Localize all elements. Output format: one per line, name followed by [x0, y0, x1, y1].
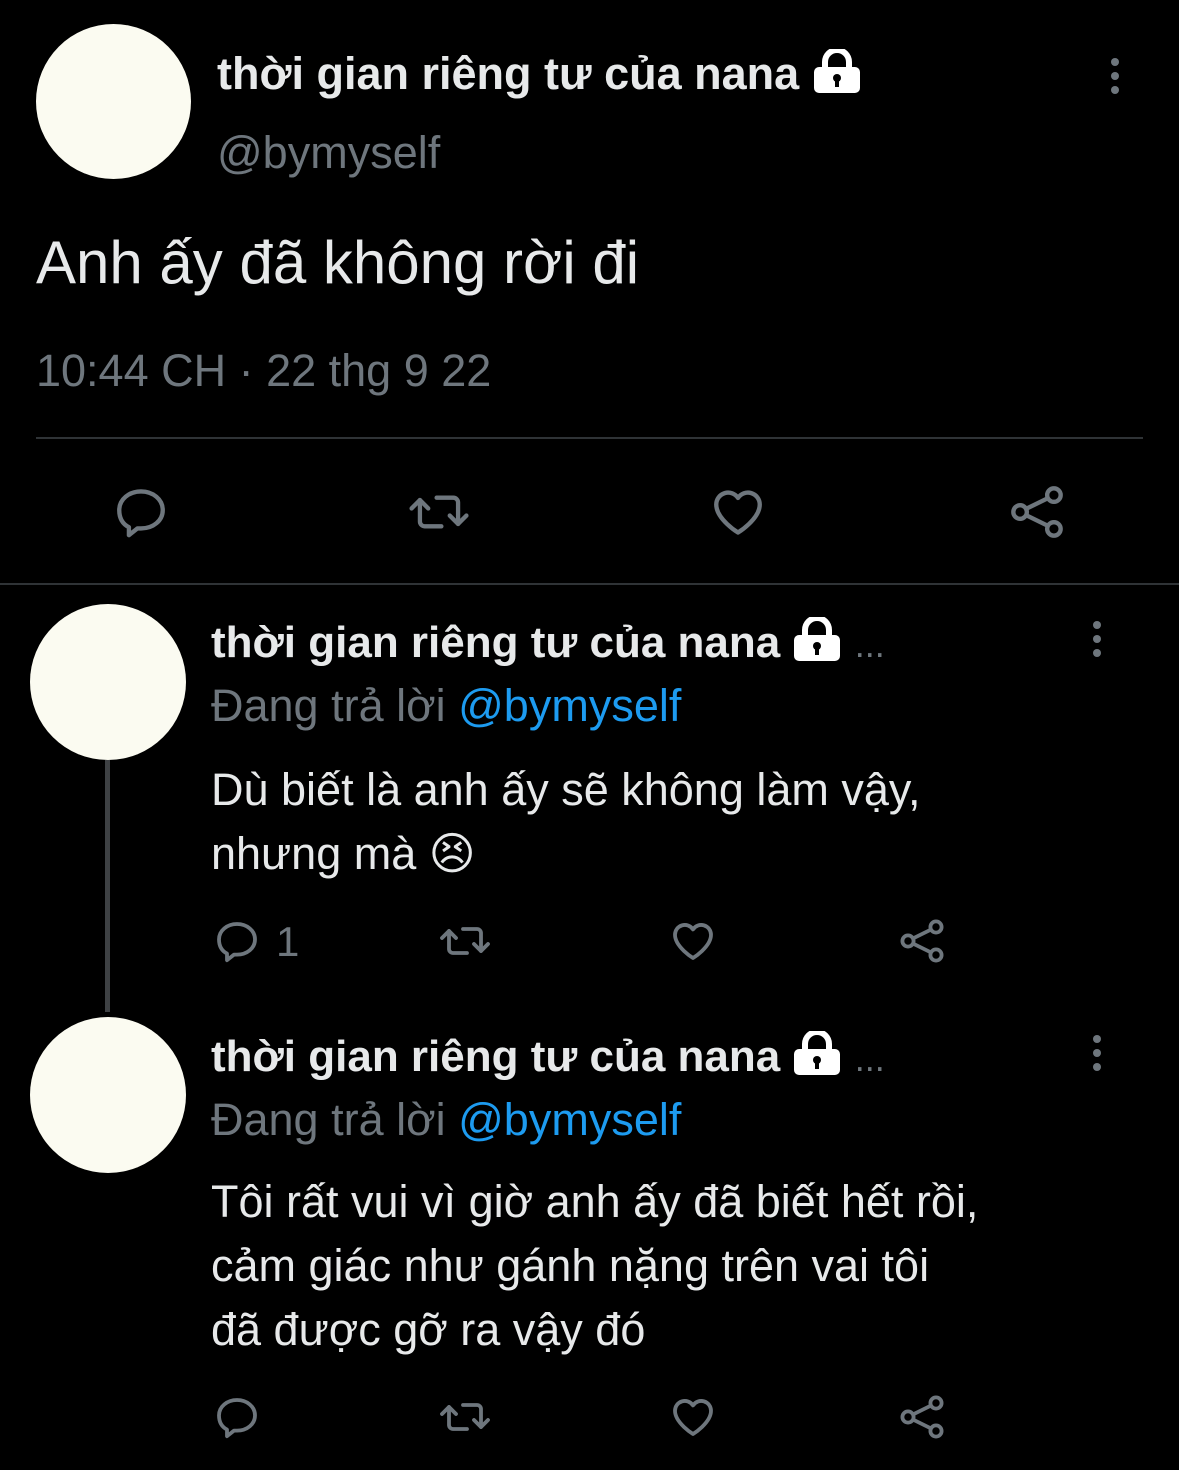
lock-icon — [792, 1029, 842, 1088]
avatar[interactable] — [30, 604, 186, 760]
reply-count: 1 — [276, 918, 300, 965]
tweet-line: cảm giác như gánh nặng trên vai tôi — [211, 1240, 930, 1291]
more-icon[interactable] — [1093, 1035, 1101, 1077]
tweet-line: đã được gỡ ra vậy đó — [211, 1304, 646, 1355]
lock-icon — [792, 615, 842, 674]
display-name-text: thời gian riêng tư của nana — [211, 618, 781, 668]
tweet-line: Tôi rất vui vì giờ anh ấy đã biết hết rồ… — [211, 1176, 979, 1227]
mention-link[interactable]: @bymyself — [458, 680, 681, 731]
divider — [36, 437, 1143, 439]
display-name-text: thời gian riêng tư của nana — [211, 1032, 781, 1082]
tweet-line: Dù biết là anh ấy sẽ không làm vậy, — [211, 764, 921, 815]
persevere-emoji: 😣 — [428, 828, 476, 879]
reply-icon[interactable] — [213, 1393, 261, 1441]
more-icon[interactable] — [1093, 621, 1101, 663]
like-icon[interactable] — [668, 1393, 718, 1441]
lock-icon — [812, 46, 862, 106]
replying-to: Đang trả lời @bymyself — [211, 680, 681, 732]
like-icon[interactable] — [668, 917, 718, 965]
tweet-line: nhưng mà 😣 — [211, 822, 921, 886]
share-icon[interactable] — [1008, 483, 1066, 541]
timestamp[interactable]: 10:44 CH · 22 thg 9 22 — [36, 345, 491, 397]
reply-icon[interactable] — [213, 917, 261, 965]
tweet-text: Anh ấy đã không rời đi — [36, 229, 640, 296]
replying-prefix: Đang trả lời — [211, 680, 446, 731]
share-icon[interactable] — [897, 1393, 947, 1441]
like-icon[interactable] — [708, 483, 768, 541]
display-name[interactable]: thời gian riêng tư của nana — [217, 46, 862, 106]
tweet-line-text: nhưng mà — [211, 828, 417, 879]
retweet-icon[interactable] — [408, 483, 470, 541]
display-name[interactable]: thời gian riêng tư của nana ... — [211, 1029, 885, 1088]
retweet-icon[interactable] — [439, 917, 491, 965]
replying-prefix: Đang trả lời — [211, 1094, 446, 1145]
avatar[interactable] — [36, 24, 191, 179]
display-name[interactable]: thời gian riêng tư của nana ... — [211, 615, 885, 674]
mention-link[interactable]: @bymyself — [458, 1094, 681, 1145]
tweet-text: Tôi rất vui vì giờ anh ấy đã biết hết rồ… — [211, 1170, 978, 1362]
display-name-text: thời gian riêng tư của nana — [217, 48, 800, 99]
reply-icon[interactable] — [112, 483, 170, 541]
thread-line — [105, 760, 110, 1012]
ellipsis: ... — [854, 1038, 885, 1080]
retweet-icon[interactable] — [439, 1393, 491, 1441]
avatar[interactable] — [30, 1017, 186, 1173]
handle[interactable]: @bymyself — [217, 127, 440, 179]
replying-to: Đang trả lời @bymyself — [211, 1094, 681, 1146]
share-icon[interactable] — [897, 917, 947, 965]
ellipsis: ... — [854, 624, 885, 666]
more-icon[interactable] — [1111, 58, 1119, 100]
section-divider — [0, 583, 1179, 585]
tweet-text: Dù biết là anh ấy sẽ không làm vậy, nhưn… — [211, 758, 921, 886]
